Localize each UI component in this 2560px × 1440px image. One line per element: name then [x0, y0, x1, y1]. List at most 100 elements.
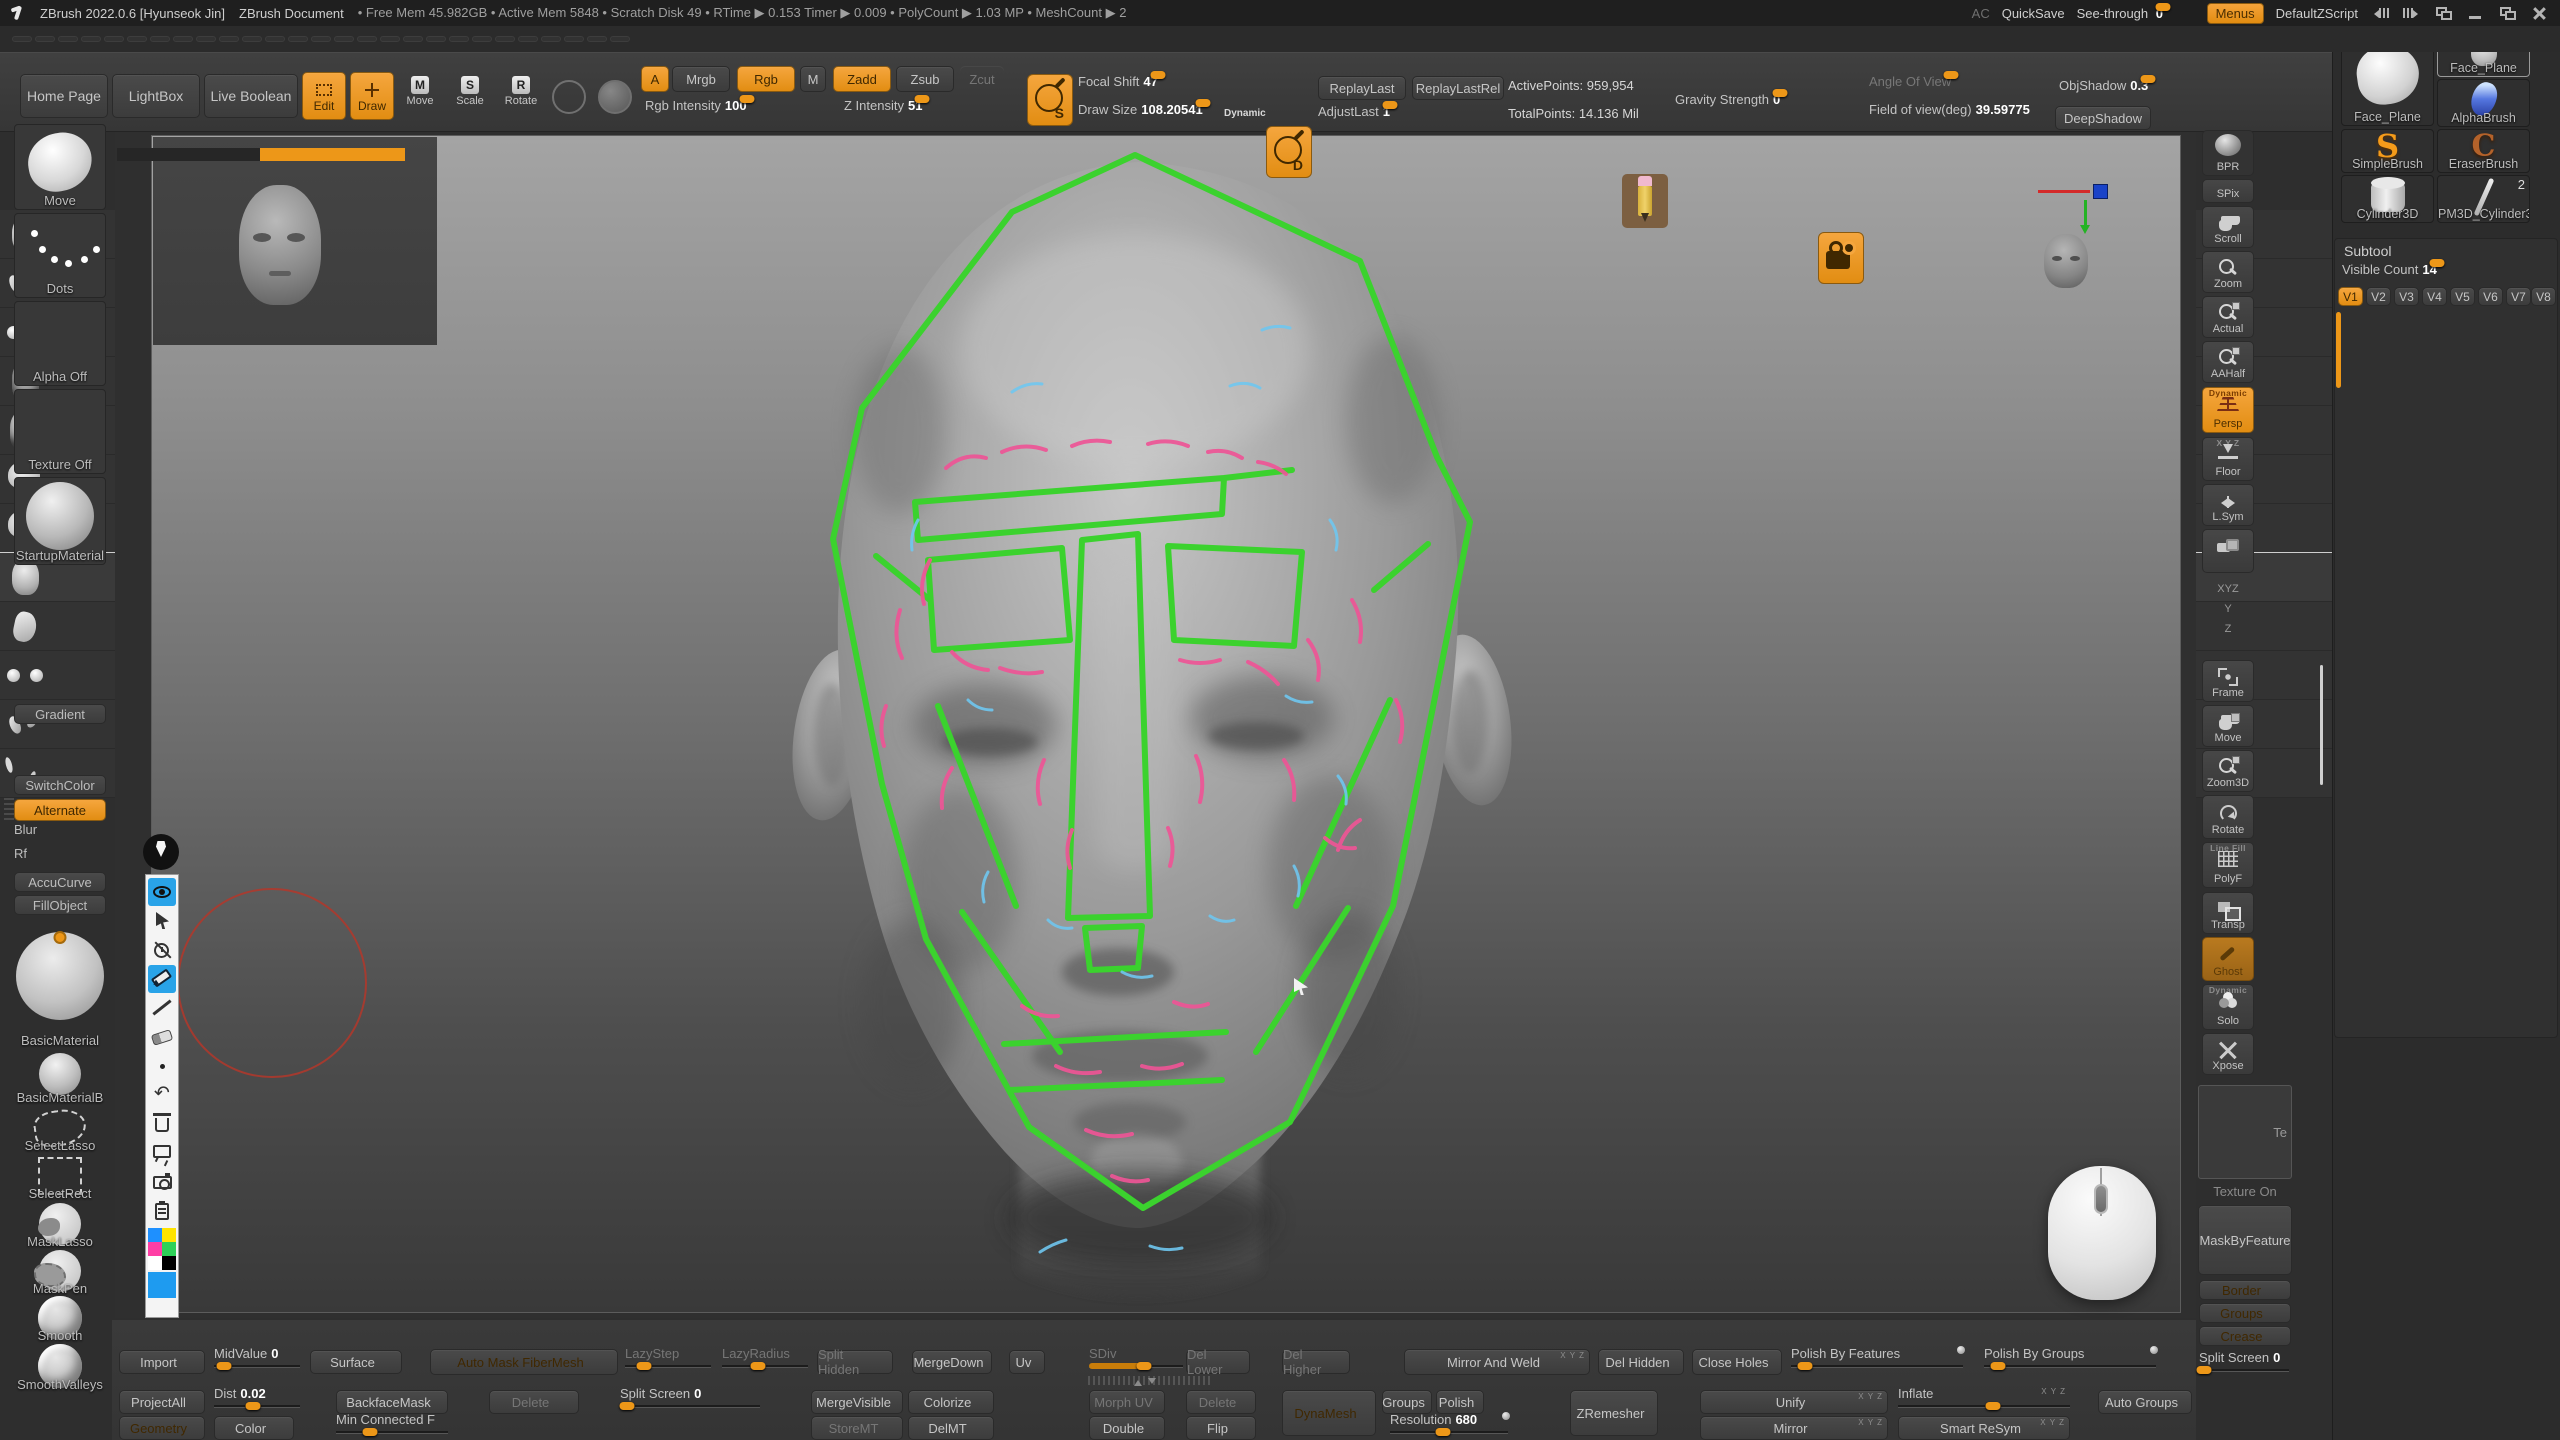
toggle-dot-icon[interactable] — [1957, 1346, 1965, 1354]
collapse-left-tray-icon[interactable] — [2370, 6, 2390, 20]
menu-item-file[interactable] — [173, 36, 193, 42]
button-mirror-and-weld[interactable]: Mirror And Weld X Y Z — [1404, 1349, 1590, 1375]
slider-track[interactable] — [722, 1365, 808, 1368]
default-zscript-button[interactable]: DefaultZScript — [2276, 6, 2358, 21]
button-border[interactable]: Border — [2199, 1280, 2291, 1300]
subtool-version-tab-v4[interactable]: V4 — [2422, 287, 2447, 306]
clipboard-button[interactable] — [148, 1197, 176, 1225]
mask-by-feature-button[interactable]: MaskByFeature — [2198, 1205, 2292, 1275]
sidebar-item-selectrect[interactable]: SelectRect — [14, 1156, 106, 1202]
right-strip-tool-persp[interactable]: Dynamic Persp — [2202, 387, 2254, 433]
sidebar-item-switchcolor[interactable]: SwitchColor — [14, 775, 106, 795]
menu-item-texture[interactable] — [495, 36, 515, 42]
lightbox-divider[interactable] — [117, 148, 260, 161]
button-resolution[interactable]: Resolution680 — [1390, 1412, 1508, 1434]
show-ink-button[interactable] — [148, 878, 176, 906]
color-swatch-2ed158[interactable] — [162, 1242, 176, 1256]
right-strip-tool-polyf[interactable]: Line Fill PolyF — [2202, 842, 2254, 888]
slider-handle[interactable] — [636, 1362, 651, 1370]
lock-camera-button[interactable] — [2202, 529, 2254, 573]
menu-item-render[interactable] — [426, 36, 446, 42]
button-min-connected-f[interactable]: Min Connected F — [336, 1412, 448, 1434]
slider-track[interactable] — [620, 1405, 760, 1408]
button-split-hidden[interactable]: Split Hidden — [817, 1350, 893, 1374]
right-strip-tool-zoom[interactable]: Zoom — [2202, 251, 2254, 293]
button-crease[interactable]: Crease — [2199, 1326, 2291, 1346]
rgb-intensity-slider[interactable]: Rgb Intensity100 — [645, 98, 823, 113]
menu-item-macro[interactable] — [288, 36, 308, 42]
button-color[interactable]: Color — [214, 1416, 294, 1440]
gravity-strength-slider[interactable]: Gravity Strength0 — [1675, 92, 1845, 107]
button-mergevisible[interactable]: MergeVisible — [811, 1390, 903, 1414]
right-strip-tool-ghost[interactable]: Ghost — [2202, 937, 2254, 981]
sidebar-item-smooth[interactable]: Smooth — [14, 1298, 106, 1344]
menu-item-alpha[interactable] — [12, 36, 32, 42]
slider-track[interactable] — [1791, 1365, 1963, 1368]
color-swatch-ffffff[interactable] — [148, 1256, 162, 1270]
replay-last-rel-button[interactable]: ReplayLastRel — [1412, 76, 1504, 100]
zadd-button[interactable]: Zadd — [833, 66, 891, 92]
slider-handle[interactable] — [1797, 1362, 1812, 1370]
right-strip-tool-aahalf[interactable]: AAHalf — [2202, 341, 2254, 383]
field-of-view-slider[interactable]: Field of view(deg)39.59775 — [1869, 102, 2069, 117]
button-mergedown[interactable]: MergeDown — [912, 1350, 992, 1374]
subtool-version-tab-v8[interactable]: V8 — [2531, 287, 2556, 306]
rotate-mode-button[interactable]: RRotate — [498, 76, 544, 120]
menu-item-marker[interactable] — [311, 36, 331, 42]
right-strip-tool-y[interactable]: Y — [2202, 598, 2254, 616]
minimize-icon[interactable] — [2466, 6, 2486, 20]
toggle-dot-icon[interactable] — [1502, 1412, 1510, 1420]
button-lazyradius[interactable]: LazyRadius — [722, 1346, 808, 1368]
button-auto-mask-fibermesh[interactable]: Auto Mask FiberMesh — [430, 1349, 618, 1375]
brush-tile-alphabrush[interactable]: AlphaBrush — [2437, 79, 2530, 127]
button-delete[interactable]: Delete — [489, 1390, 579, 1414]
menu-item-zplugin[interactable] — [564, 36, 584, 42]
deep-shadow-button[interactable]: DeepShadow — [2055, 106, 2151, 130]
subtool-version-tab-v3[interactable]: V3 — [2394, 287, 2419, 306]
see-through-slider[interactable]: See-through 0 — [2077, 6, 2195, 21]
menus-toggle-button[interactable]: Menus — [2207, 3, 2264, 24]
right-strip-tool-transp[interactable]: Transp — [2202, 892, 2254, 934]
menu-item-movie[interactable] — [357, 36, 377, 42]
slider-track[interactable] — [214, 1365, 300, 1368]
toggle-dot-icon[interactable] — [2150, 1346, 2158, 1354]
cursor-tool-button[interactable] — [148, 907, 176, 935]
menu-item-material[interactable] — [334, 36, 354, 42]
right-strip-tool-l-sym[interactable]: L.Sym — [2202, 484, 2254, 526]
lightbox-divider-handle[interactable] — [260, 148, 405, 161]
color-swatch-ff3ea5[interactable] — [148, 1242, 162, 1256]
replay-stroke-icon[interactable]: D — [1266, 126, 1312, 178]
m-button[interactable]: M — [800, 66, 826, 92]
right-strip-tool-frame[interactable]: Frame — [2202, 660, 2254, 702]
cycle-ui-icon[interactable] — [2434, 6, 2454, 20]
epic-pen-logo[interactable] — [143, 834, 179, 870]
canvas-scrollbar[interactable] — [2320, 665, 2323, 785]
lightbox-button[interactable]: LightBox — [112, 74, 200, 118]
right-strip-tool-rotate[interactable]: Rotate — [2202, 795, 2254, 839]
menu-item-stencil[interactable] — [449, 36, 469, 42]
right-strip-tool-zoom3d[interactable]: Zoom3D — [2202, 750, 2254, 792]
button-dynamesh[interactable]: DynaMesh — [1282, 1390, 1376, 1436]
slider-handle[interactable] — [245, 1402, 260, 1410]
slider-handle[interactable] — [620, 1402, 635, 1410]
sidebar-item-smoothvalleys[interactable]: SmoothValleys — [14, 1345, 106, 1393]
move-mode-button[interactable]: MMove — [398, 76, 442, 120]
camview-head-icon[interactable] — [2044, 234, 2088, 288]
brush-tile-cylinder3d[interactable]: Cylinder3D — [2341, 175, 2434, 223]
button-mirror[interactable]: Mirror X Y Z — [1700, 1416, 1888, 1440]
button-split-screen[interactable]: Split Screen0 — [620, 1386, 760, 1408]
menu-item-dynamics[interactable] — [127, 36, 147, 42]
edit-mode-button[interactable]: Edit — [302, 72, 346, 120]
slider-track[interactable] — [625, 1365, 711, 1368]
button-polish[interactable]: Polish — [1436, 1390, 1484, 1414]
button-midvalue[interactable]: MidValue0 — [214, 1346, 300, 1368]
material-startup[interactable]: StartupMaterial — [14, 477, 106, 565]
menu-item-layer[interactable] — [242, 36, 262, 42]
button-lazystep[interactable]: LazyStep — [625, 1346, 711, 1368]
pen-tool-button[interactable] — [148, 965, 176, 993]
visible-count-slider[interactable]: Visible Count14 — [2342, 262, 2550, 277]
button-projectall[interactable]: ProjectAll — [119, 1390, 205, 1414]
z-intensity-slider[interactable]: Z Intensity51 — [844, 98, 1016, 113]
button-uv[interactable]: Uv — [1009, 1350, 1045, 1374]
sidebar-item-basicmaterialb[interactable]: BasicMaterialB — [14, 1052, 106, 1106]
